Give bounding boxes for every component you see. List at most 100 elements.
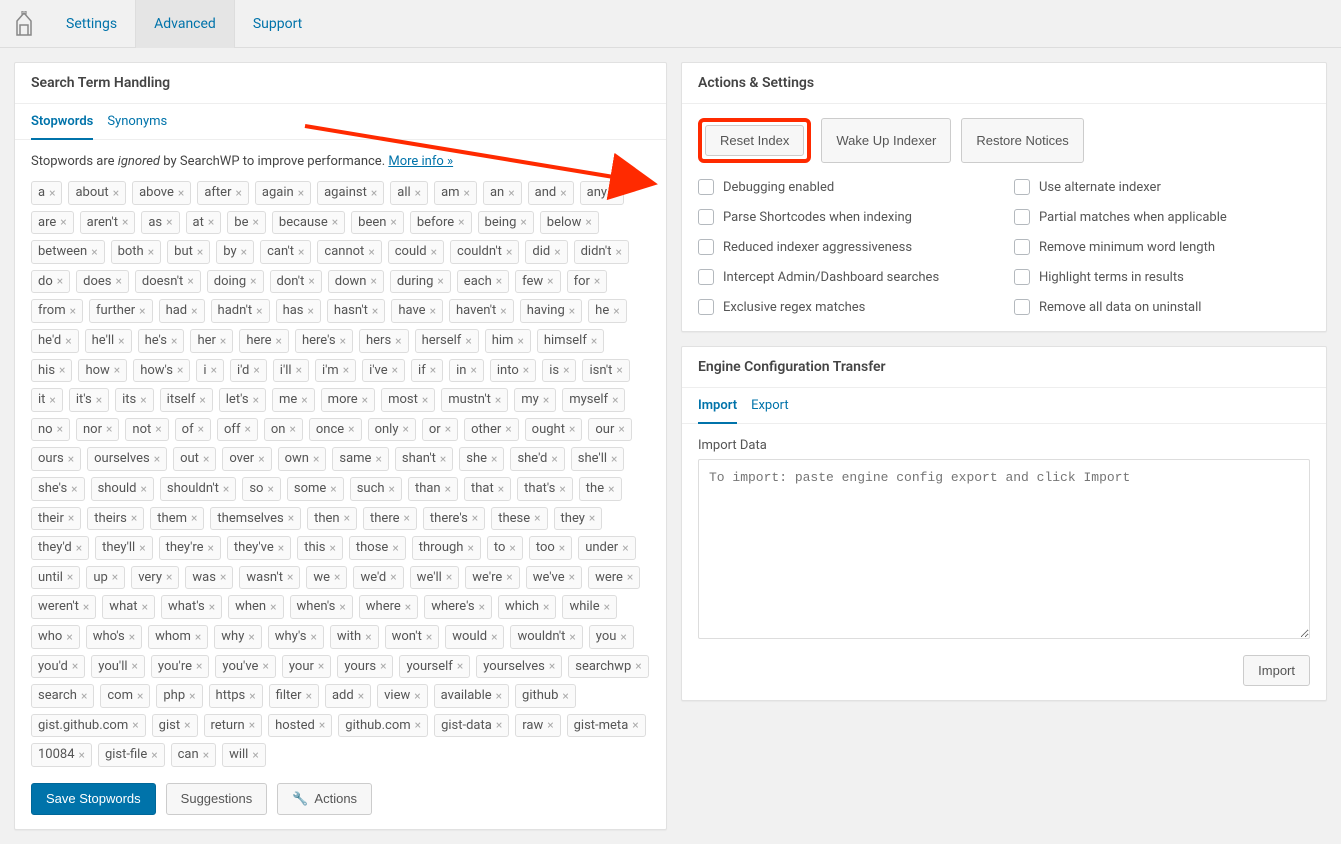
- checkbox-input[interactable]: [698, 209, 714, 225]
- remove-tag-icon[interactable]: ×: [49, 186, 55, 200]
- remove-tag-icon[interactable]: ×: [139, 541, 145, 555]
- stopword-tag[interactable]: can×: [171, 743, 216, 767]
- remove-tag-icon[interactable]: ×: [523, 363, 529, 377]
- remove-tag-icon[interactable]: ×: [589, 511, 595, 525]
- stopword-tag[interactable]: whom×: [148, 625, 208, 649]
- remove-tag-icon[interactable]: ×: [380, 659, 386, 673]
- stopword-tag[interactable]: his×: [31, 359, 72, 383]
- stopword-tag[interactable]: other×: [464, 418, 519, 442]
- remove-tag-icon[interactable]: ×: [198, 422, 204, 436]
- stopword-tag[interactable]: searchwp×: [568, 655, 648, 679]
- remove-tag-icon[interactable]: ×: [310, 630, 316, 644]
- remove-tag-icon[interactable]: ×: [140, 393, 146, 407]
- stopword-tag[interactable]: ought×: [525, 418, 583, 442]
- stopword-tag[interactable]: under×: [578, 536, 635, 560]
- import-textarea[interactable]: [698, 459, 1310, 639]
- stopword-tag[interactable]: own×: [278, 447, 327, 471]
- remove-tag-icon[interactable]: ×: [635, 659, 641, 673]
- remove-tag-icon[interactable]: ×: [358, 689, 364, 703]
- stopword-tag[interactable]: where's×: [424, 595, 492, 619]
- remove-tag-icon[interactable]: ×: [106, 422, 112, 436]
- stopword-tag[interactable]: why×: [214, 625, 262, 649]
- stopword-tag[interactable]: hosted×: [268, 714, 332, 738]
- remove-tag-icon[interactable]: ×: [612, 393, 618, 407]
- remove-tag-icon[interactable]: ×: [627, 570, 633, 584]
- remove-tag-icon[interactable]: ×: [370, 274, 376, 288]
- remove-tag-icon[interactable]: ×: [270, 600, 276, 614]
- remove-tag-icon[interactable]: ×: [622, 541, 628, 555]
- remove-tag-icon[interactable]: ×: [496, 718, 502, 732]
- stopword-tag[interactable]: up×: [86, 566, 125, 590]
- remove-tag-icon[interactable]: ×: [71, 482, 77, 496]
- nav-tab-advanced[interactable]: Advanced: [135, 0, 235, 48]
- stopword-tag[interactable]: wasn't×: [239, 566, 300, 590]
- remove-tag-icon[interactable]: ×: [131, 511, 137, 525]
- stopword-tag[interactable]: couldn't×: [450, 240, 519, 264]
- remove-tag-icon[interactable]: ×: [57, 422, 63, 436]
- stopword-tag[interactable]: it×: [31, 388, 63, 412]
- remove-tag-icon[interactable]: ×: [249, 689, 255, 703]
- stopword-tag[interactable]: com×: [100, 684, 150, 708]
- checkbox-input[interactable]: [1014, 209, 1030, 225]
- stopword-tag[interactable]: does×: [76, 270, 129, 294]
- stopword-tag[interactable]: ours×: [31, 447, 81, 471]
- remove-tag-icon[interactable]: ×: [496, 689, 502, 703]
- setting-checkbox[interactable]: Reduced indexer aggressiveness: [698, 239, 994, 255]
- stopword-tag[interactable]: once×: [309, 418, 362, 442]
- remove-tag-icon[interactable]: ×: [615, 245, 621, 259]
- remove-tag-icon[interactable]: ×: [392, 363, 398, 377]
- stopword-tag[interactable]: they've×: [227, 536, 291, 560]
- remove-tag-icon[interactable]: ×: [276, 334, 282, 348]
- remove-tag-icon[interactable]: ×: [114, 363, 120, 377]
- checkbox-input[interactable]: [698, 269, 714, 285]
- remove-tag-icon[interactable]: ×: [404, 511, 410, 525]
- stopword-tag[interactable]: about×: [68, 181, 126, 205]
- remove-tag-icon[interactable]: ×: [184, 718, 190, 732]
- stopword-tag[interactable]: github×: [515, 684, 576, 708]
- stopword-tag[interactable]: will×: [222, 743, 266, 767]
- stopword-tag[interactable]: that×: [464, 477, 511, 501]
- stopword-tag[interactable]: here×: [239, 329, 289, 353]
- subtab-stopwords[interactable]: Stopwords: [31, 114, 93, 140]
- restore-notices-button[interactable]: Restore Notices: [961, 118, 1083, 163]
- stopword-tag[interactable]: i've×: [362, 359, 405, 383]
- remove-tag-icon[interactable]: ×: [470, 363, 476, 377]
- stopword-tag[interactable]: until×: [31, 566, 80, 590]
- setting-checkbox[interactable]: Use alternate indexer: [1014, 179, 1310, 195]
- remove-tag-icon[interactable]: ×: [244, 422, 250, 436]
- remove-tag-icon[interactable]: ×: [348, 422, 354, 436]
- setting-checkbox[interactable]: Exclusive regex matches: [698, 299, 994, 315]
- stopword-tag[interactable]: i'd×: [230, 359, 267, 383]
- setting-checkbox[interactable]: Remove all data on uninstall: [1014, 299, 1310, 315]
- remove-tag-icon[interactable]: ×: [509, 541, 515, 555]
- remove-tag-icon[interactable]: ×: [551, 452, 557, 466]
- stopword-tag[interactable]: php×: [156, 684, 202, 708]
- stopword-tag[interactable]: having×: [520, 299, 582, 323]
- stopword-tag[interactable]: it's×: [69, 388, 109, 412]
- remove-tag-icon[interactable]: ×: [141, 482, 147, 496]
- stopword-tag[interactable]: view×: [377, 684, 428, 708]
- remove-tag-icon[interactable]: ×: [195, 630, 201, 644]
- stopword-tag[interactable]: both×: [111, 240, 162, 264]
- remove-tag-icon[interactable]: ×: [479, 600, 485, 614]
- stopword-tag[interactable]: i×: [196, 359, 224, 383]
- remove-tag-icon[interactable]: ×: [67, 570, 73, 584]
- checkbox-input[interactable]: [1014, 239, 1030, 255]
- remove-tag-icon[interactable]: ×: [585, 215, 591, 229]
- stopword-tag[interactable]: to×: [487, 536, 523, 560]
- remove-tag-icon[interactable]: ×: [196, 659, 202, 673]
- stopword-tag[interactable]: off×: [217, 418, 258, 442]
- stopword-tag[interactable]: return×: [204, 714, 263, 738]
- remove-tag-icon[interactable]: ×: [278, 541, 284, 555]
- stopword-tag[interactable]: few×: [515, 270, 560, 294]
- stopword-tag[interactable]: he'd×: [31, 329, 79, 353]
- stopword-tag[interactable]: who×: [31, 625, 80, 649]
- stopword-tag[interactable]: most×: [381, 388, 435, 412]
- stopword-tag[interactable]: further×: [89, 299, 153, 323]
- remove-tag-icon[interactable]: ×: [491, 452, 497, 466]
- stopword-tag[interactable]: so×: [242, 477, 281, 501]
- stopword-tag[interactable]: search×: [31, 684, 94, 708]
- stopword-tag[interactable]: for×: [567, 270, 608, 294]
- remove-tag-icon[interactable]: ×: [223, 482, 229, 496]
- stopword-tag[interactable]: then×: [307, 507, 357, 531]
